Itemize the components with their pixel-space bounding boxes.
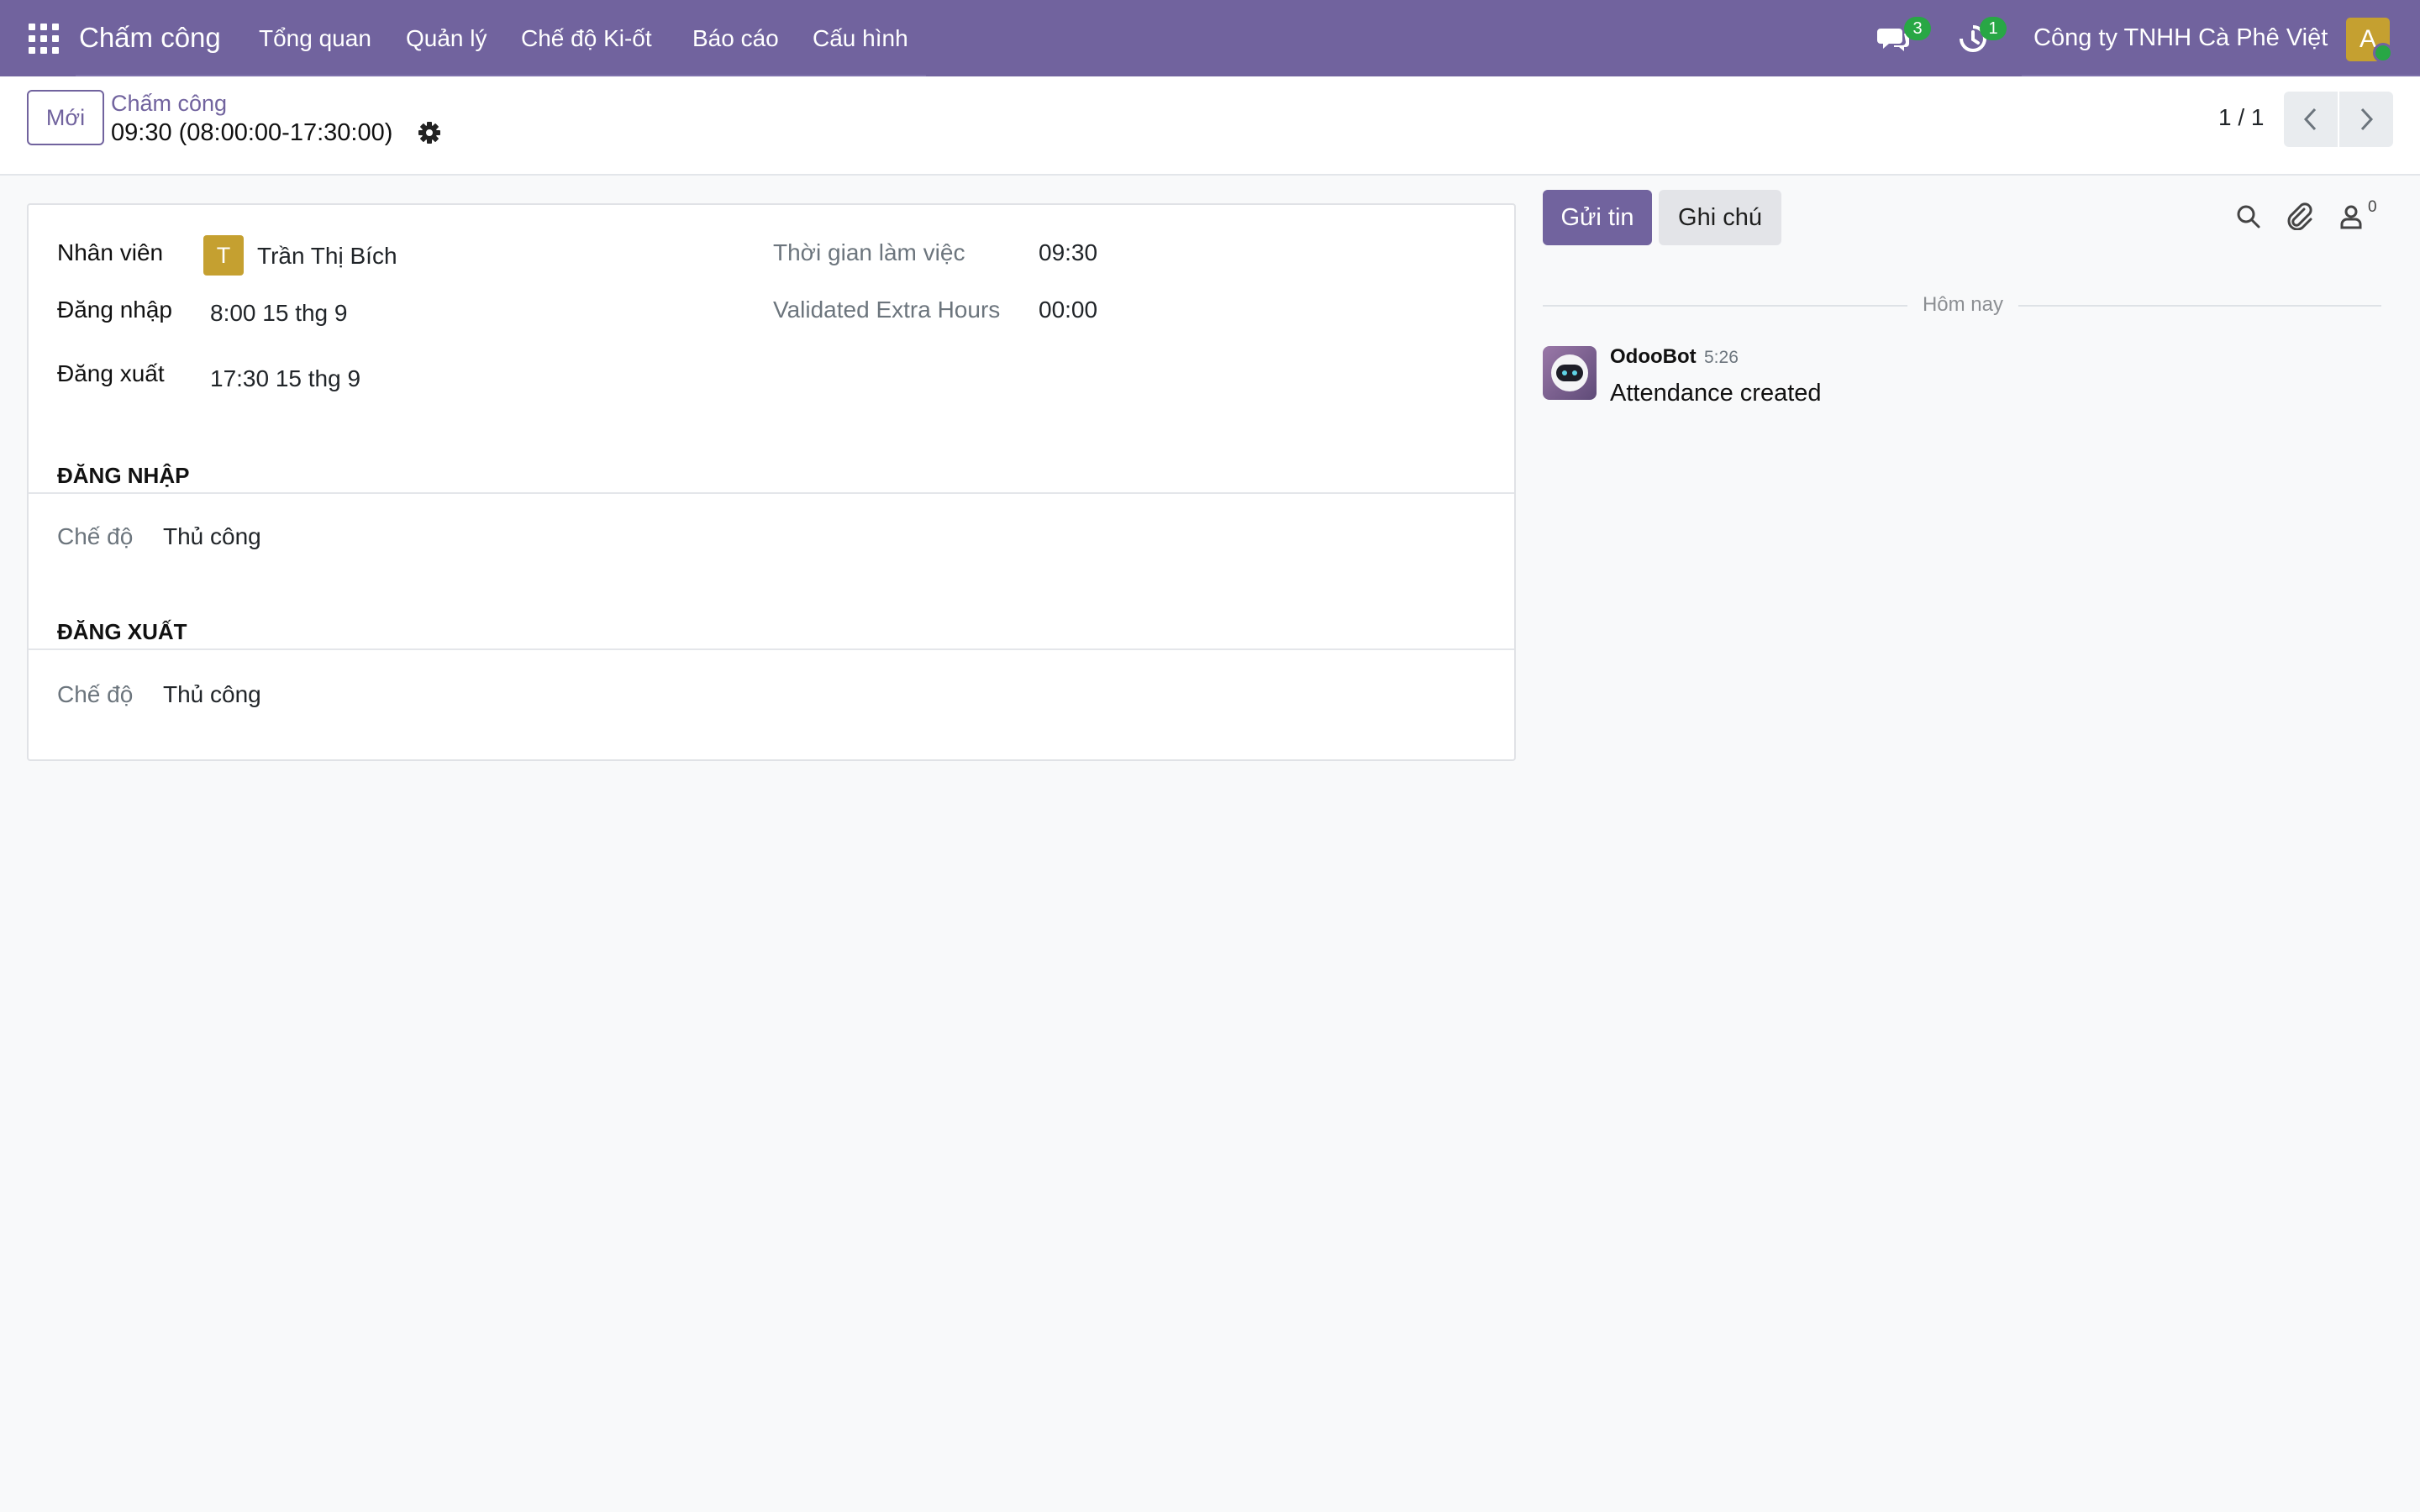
followers-icon[interactable] (2338, 203, 2365, 230)
pager-value[interactable]: 1 / 1 (2218, 103, 2264, 132)
pager-previous-button[interactable] (2284, 92, 2338, 147)
top-navbar: Chấm công Tổng quan Quản lý Chế độ Ki-ốt… (0, 0, 2420, 76)
check-in-section-heading: ĐĂNG NHẬP (57, 463, 190, 488)
chevron-left-icon (2303, 108, 2317, 131)
check-out-mode-value: Thủ công (163, 681, 261, 707)
pager-next-button[interactable] (2339, 92, 2393, 147)
check-in-label: Đăng nhập (57, 297, 173, 323)
followers-count: 0 (2368, 198, 2377, 216)
odoobot-avatar (1543, 346, 1597, 400)
messages-count-badge: 3 (1904, 17, 1931, 40)
menu-kiosk-mode[interactable]: Chế độ Ki-ốt (521, 24, 652, 53)
online-status-dot (2373, 43, 2393, 63)
check-out-mode-label: Chế độ (57, 681, 134, 707)
paperclip-icon[interactable] (2286, 202, 2314, 231)
section-divider (29, 648, 1514, 650)
section-divider (29, 492, 1514, 494)
date-separator-label: Hôm nay (1922, 293, 2004, 316)
menu-configuration[interactable]: Cấu hình (813, 24, 908, 53)
date-separator: Hôm nay (1543, 291, 2381, 319)
employee-label: Nhân viên (57, 239, 164, 265)
control-panel: Mới Chấm công 09:30 (08:00:00-17:30:00) … (0, 76, 2420, 176)
search-icon[interactable] (2235, 203, 2262, 230)
app-title[interactable]: Chấm công (79, 20, 221, 55)
company-switcher[interactable]: Công ty TNHH Cà Phê Việt (2033, 23, 2328, 53)
worked-hours-value: 09:30 (1039, 239, 1098, 265)
check-out-field[interactable]: 17:30 15 thg 9 (210, 365, 360, 393)
check-out-section-heading: ĐĂNG XUẤT (57, 619, 187, 644)
check-out-label: Đăng xuất (57, 360, 165, 386)
employee-avatar: T (203, 235, 244, 276)
check-in-mode-value: Thủ công (163, 523, 261, 549)
gear-icon[interactable] (417, 120, 442, 145)
user-icon (2340, 205, 2362, 229)
chevron-right-icon (2360, 108, 2374, 131)
extra-hours-label: Validated Extra Hours (773, 297, 1001, 323)
message-timestamp: 5:26 (1704, 348, 1739, 367)
menu-reporting[interactable]: Báo cáo (692, 24, 779, 53)
employee-field[interactable]: Trần Thị Bích (257, 242, 397, 270)
attendance-form-sheet: Nhân viên T Trần Thị Bích Đăng nhập 8:00… (27, 203, 1516, 761)
activities-count-badge: 1 (1980, 17, 2007, 40)
extra-hours-field[interactable]: 00:00 (1039, 296, 1097, 324)
send-message-button[interactable]: Gửi tin (1543, 190, 1652, 245)
check-in-mode-label: Chế độ (57, 523, 134, 549)
breadcrumb-attendance-link[interactable]: Chấm công (111, 90, 227, 117)
apps-menu-icon[interactable] (29, 24, 59, 54)
record-title: 09:30 (08:00:00-17:30:00) (111, 119, 393, 146)
check-in-field[interactable]: 8:00 15 thg 9 (210, 299, 347, 328)
message-body: Attendance created (1610, 380, 1822, 407)
message-author[interactable]: OdooBot (1610, 344, 1697, 370)
log-note-button[interactable]: Ghi chú (1659, 190, 1781, 245)
worked-hours-label: Thời gian làm việc (773, 239, 965, 265)
menu-manage[interactable]: Quản lý (406, 24, 487, 53)
menu-overview[interactable]: Tổng quan (259, 24, 371, 53)
robot-icon (1551, 354, 1588, 391)
new-button[interactable]: Mới (27, 90, 104, 145)
